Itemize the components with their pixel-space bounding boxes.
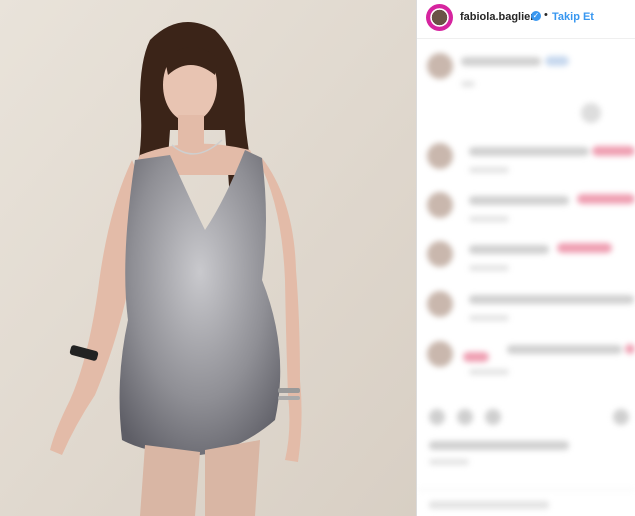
separator-dot: • [544,9,548,21]
post-sidebar: fabiola.baglieri ✓ • Takip Et [417,0,635,516]
post-image [0,0,416,516]
post-header: fabiola.baglieri ✓ • Takip Et [417,0,635,39]
follow-button[interactable]: Takip Et [552,11,594,23]
profile-avatar[interactable] [426,4,453,31]
username-link[interactable]: fabiola.baglieri [460,11,538,23]
blurred-comments [417,39,635,516]
post-photo [0,0,416,516]
verified-badge-icon: ✓ [531,11,541,21]
